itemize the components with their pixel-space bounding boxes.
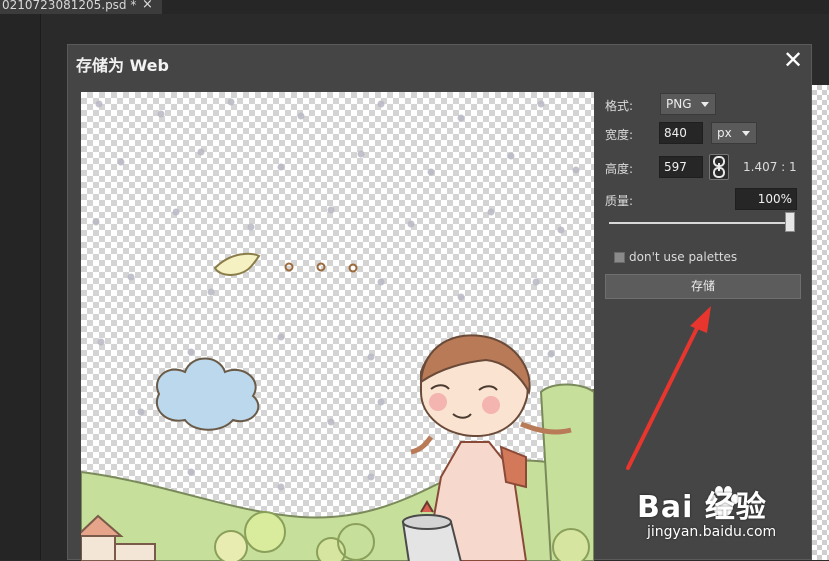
baidu-watermark: Bai 经验 jingyan.baidu.com bbox=[635, 470, 825, 560]
watermark-url: jingyan.baidu.com bbox=[647, 524, 776, 540]
watermark-brand: Bai 经验 bbox=[637, 482, 767, 526]
